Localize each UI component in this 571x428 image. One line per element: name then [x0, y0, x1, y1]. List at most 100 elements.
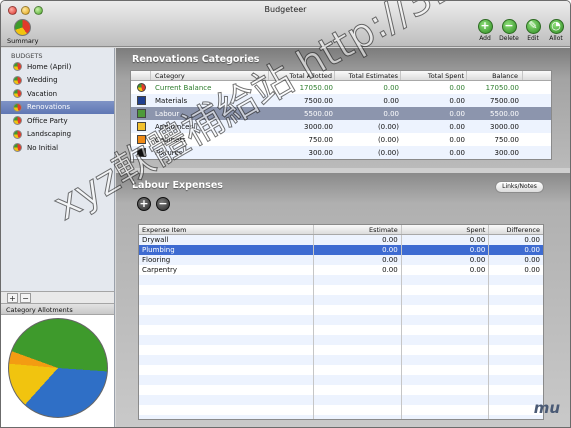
budgets-header: BUDGETS	[11, 52, 43, 60]
balance-value: 750.00	[494, 135, 520, 144]
total-estimates-value: 0.00	[383, 96, 399, 105]
category-row[interactable]: Fixtures 300.00 (0.00) 0.00 300.00	[131, 146, 551, 159]
column-header-difference[interactable]: Difference	[489, 225, 543, 234]
empty-row	[139, 335, 543, 345]
spent-value: 0.00	[402, 265, 490, 275]
difference-value: 0.00	[524, 236, 541, 244]
category-row[interactable]: Cabinets 750.00 (0.00) 0.00 750.00	[131, 133, 551, 146]
expense-row[interactable]: Carpentry 0.00 0.00 0.00	[139, 265, 543, 275]
category-name: Appliances	[155, 122, 194, 131]
category-name: Materials	[155, 96, 188, 105]
column-header-total-estimates[interactable]: Total Estimates	[335, 71, 401, 80]
summary-button[interactable]: Summary	[7, 19, 39, 45]
category-row[interactable]: Materials 7500.00 0.00 0.00 7500.00	[131, 94, 551, 107]
expenses-table: Expense Item Estimate Spent Difference D…	[138, 224, 544, 420]
add-button[interactable]: + Add	[473, 19, 497, 42]
sidebar-item-label: Office Party	[27, 116, 68, 125]
add-label: Add	[479, 35, 491, 42]
balance-value: 5500.00	[490, 109, 519, 118]
sidebar-item-label: Landscaping	[27, 130, 72, 139]
empty-row	[139, 305, 543, 315]
categories-panel: Renovations Categories Category Total Al…	[116, 48, 570, 168]
main-content: Renovations Categories Category Total Al…	[116, 48, 570, 427]
categories-title: Renovations Categories	[132, 54, 260, 65]
column-header-estimate[interactable]: Estimate	[314, 225, 402, 234]
balance-pie-icon	[136, 83, 146, 92]
expense-row[interactable]: Flooring 0.00 0.00 0.00	[139, 255, 543, 265]
sidebar-item-renovations[interactable]: Renovations	[1, 100, 114, 114]
expense-row[interactable]: Drywall 0.00 0.00 0.00	[139, 235, 543, 245]
category-color-swatch	[136, 96, 146, 105]
spent-value: 0.00	[402, 235, 490, 245]
balance-value: 17050.00	[485, 83, 519, 92]
spent-value: 0.00	[402, 245, 490, 255]
sidebar-item-vacation[interactable]: Vacation	[1, 87, 114, 101]
budget-pie-icon	[13, 62, 22, 72]
column-header-total-allotted[interactable]: Total Allotted	[269, 71, 335, 80]
budget-pie-icon	[13, 143, 22, 153]
sidebar-item-home-april[interactable]: Home (April)	[1, 60, 114, 74]
sidebar-button-bar: + −	[1, 291, 115, 303]
delete-button[interactable]: − Delete	[497, 19, 521, 42]
category-allotments-panel	[1, 315, 115, 427]
difference-value: 0.00	[524, 246, 541, 254]
estimate-value: 0.00	[314, 265, 402, 275]
category-row[interactable]: Appliances 3000.00 (0.00) 0.00 3000.00	[131, 120, 551, 133]
category-row[interactable]: Labour 5500.00 0.00 0.00 5500.00	[131, 107, 551, 120]
sidebar-item-no-initial[interactable]: No Initial	[1, 141, 114, 155]
spent-value: 0.00	[402, 255, 490, 265]
balance-value: 300.00	[494, 148, 520, 157]
remove-budget-button[interactable]: −	[20, 293, 31, 303]
mu-logo: mu	[533, 399, 560, 417]
column-header-total-spent[interactable]: Total Spent	[401, 71, 467, 80]
category-name: Labour	[155, 109, 180, 118]
estimate-value: 0.00	[314, 255, 402, 265]
add-expense-button[interactable]: +	[137, 197, 151, 211]
empty-row	[139, 365, 543, 375]
category-row[interactable]: Current Balance 17050.00 0.00 0.00 17050.00	[131, 81, 551, 94]
category-name: Cabinets	[155, 135, 186, 144]
column-header-expense-item[interactable]: Expense Item	[139, 225, 315, 234]
allot-icon: ◔	[548, 19, 564, 34]
remove-expense-button[interactable]: −	[156, 197, 170, 211]
expenses-table-header: Expense Item Estimate Spent Difference	[139, 225, 543, 235]
empty-row	[139, 395, 543, 405]
total-estimates-value: 0.00	[383, 109, 399, 118]
budget-pie-icon	[13, 129, 22, 139]
category-color-swatch	[136, 148, 146, 157]
balance-value: 3000.00	[490, 122, 519, 131]
column-header-balance[interactable]: Balance	[467, 71, 523, 80]
allot-button[interactable]: ◔ Allot	[544, 19, 568, 42]
expense-row[interactable]: Plumbing 0.00 0.00 0.00	[139, 245, 543, 255]
column-header-spent[interactable]: Spent	[402, 225, 490, 234]
summary-pie-icon	[13, 19, 31, 36]
difference-value: 0.00	[524, 266, 541, 274]
estimate-value: 0.00	[314, 245, 402, 255]
links-notes-button[interactable]: Links/Notes	[495, 181, 544, 193]
category-color-swatch	[136, 122, 146, 131]
sidebar-item-label: Renovations	[27, 103, 71, 112]
edit-button[interactable]: ✎ Edit	[521, 19, 545, 42]
total-spent-value: 0.00	[449, 83, 465, 92]
category-color-swatch	[136, 109, 146, 118]
budget-pie-icon	[13, 102, 22, 112]
sidebar-item-office-party[interactable]: Office Party	[1, 114, 114, 128]
expense-item: Flooring	[139, 255, 315, 265]
sidebar-item-landscaping[interactable]: Landscaping	[1, 128, 114, 142]
add-budget-button[interactable]: +	[7, 293, 18, 303]
budgets-sidebar: BUDGETS Home (April) Wedding Vacation Re…	[1, 48, 115, 291]
total-allotted-value: 300.00	[308, 148, 334, 157]
total-spent-value: 0.00	[449, 96, 465, 105]
allot-label: Allot	[549, 35, 563, 42]
delete-icon: −	[501, 19, 517, 34]
total-spent-value: 0.00	[449, 109, 465, 118]
total-spent-value: 0.00	[449, 135, 465, 144]
total-allotted-value: 3000.00	[304, 122, 333, 131]
summary-label: Summary	[7, 37, 39, 45]
empty-row	[139, 275, 543, 285]
empty-row	[139, 355, 543, 365]
category-name: Current Balance	[155, 83, 212, 92]
column-header-category[interactable]: Category	[151, 71, 269, 80]
sidebar-item-wedding[interactable]: Wedding	[1, 74, 114, 88]
empty-row	[139, 345, 543, 355]
